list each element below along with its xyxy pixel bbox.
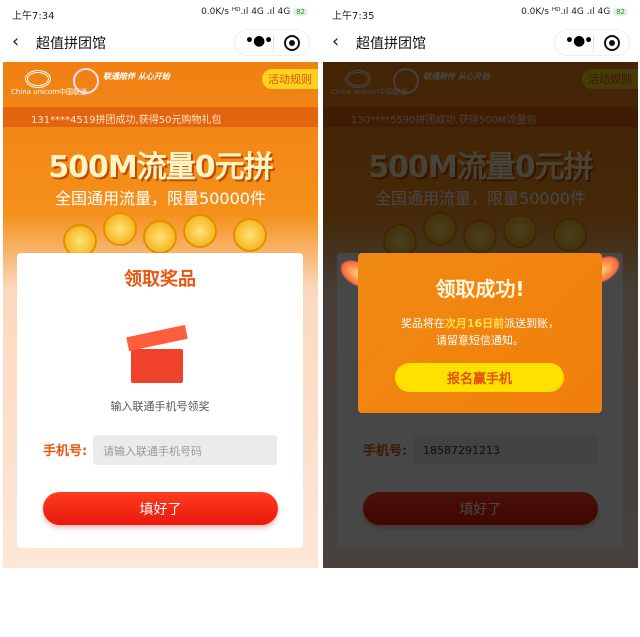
phone-screen-after: 上午7:35 0.0K/s ᴴᴰ.ıl 4G .ıl 4G 82 ‹ 超值拼团馆… xyxy=(320,0,640,637)
success-modal: 领取成功! 奖品将在次月16日前派送到账， 请留意短信通知。 报名赢手机 xyxy=(358,253,602,413)
back-icon[interactable]: ‹ xyxy=(12,31,19,52)
nav-bar: ‹ 超值拼团馆 •●• xyxy=(320,25,640,60)
mini-program-capsule: •●• xyxy=(554,29,630,56)
close-target-icon[interactable] xyxy=(284,35,300,51)
phone-input[interactable] xyxy=(93,435,277,465)
headline: 500M流量0元拼 xyxy=(48,150,273,185)
msg-highlight: 次月16日前 xyxy=(444,317,505,330)
msg-text: 奖品将在 xyxy=(400,317,445,330)
rules-button[interactable]: 活动规则 xyxy=(262,69,318,89)
phone-screen-before: 上午7:34 0.0K/s ᴴᴰ.ıl 4G .ıl 4G 82 ‹ 超值拼团馆… xyxy=(0,0,320,637)
card-title: 领取奖品 xyxy=(124,269,196,290)
mini-program-capsule: •●• xyxy=(234,29,310,56)
status-bar: 上午7:34 0.0K/s ᴴᴰ.ıl 4G .ıl 4G 82 xyxy=(0,0,320,25)
unicom-badge-icon xyxy=(73,68,99,94)
msg-text: 派送到账， xyxy=(504,317,560,330)
divider xyxy=(593,36,594,51)
network-indicator: 0.0K/s ᴴᴰ.ıl 4G .ıl 4G xyxy=(201,7,291,17)
coin-icon xyxy=(183,214,217,248)
coin-icon xyxy=(103,212,137,246)
promo-page: China unicom中国联通 联通陪伴 从心开始 活动规则 131****4… xyxy=(3,62,318,568)
status-network: 0.0K/s ᴴᴰ.ıl 4G .ıl 4G 82 xyxy=(521,7,628,17)
status-time: 上午7:34 xyxy=(12,11,55,22)
divider xyxy=(273,36,274,51)
coins-decoration xyxy=(63,212,283,258)
coin-icon xyxy=(143,220,177,254)
close-target-icon[interactable] xyxy=(604,35,620,51)
card-hint: 输入联通手机号领奖 xyxy=(110,400,210,413)
gift-box-icon xyxy=(125,323,189,383)
modal-message: 奖品将在次月16日前派送到账， 请留意短信通知。 xyxy=(358,315,602,349)
signup-win-phone-button[interactable]: 报名赢手机 xyxy=(395,363,564,392)
winner-ticker: 131****4519拼团成功,获得50元购物礼包 xyxy=(3,107,318,127)
status-bar: 上午7:35 0.0K/s ᴴᴰ.ıl 4G .ıl 4G 82 xyxy=(320,0,640,25)
status-time: 上午7:35 xyxy=(332,11,375,22)
unicom-knot-icon xyxy=(25,70,51,88)
submit-button[interactable]: 填好了 xyxy=(43,492,278,525)
subheadline: 全国通用流量，限量50000件 xyxy=(55,189,266,208)
page-title: 超值拼团馆 xyxy=(36,36,106,52)
battery-icon: 82 xyxy=(293,8,308,16)
battery-icon: 82 xyxy=(613,8,628,16)
status-network: 0.0K/s ᴴᴰ.ıl 4G .ıl 4G 82 xyxy=(201,7,308,17)
prize-card: 领取奖品 输入联通手机号领奖 手机号: 请输入联通手机号码 填好了 xyxy=(17,253,303,548)
more-icon[interactable]: •●• xyxy=(245,33,273,49)
coin-icon xyxy=(233,218,267,252)
more-icon[interactable]: •●• xyxy=(565,33,593,49)
network-indicator: 0.0K/s ᴴᴰ.ıl 4G .ıl 4G xyxy=(521,7,611,17)
msg-text-line2: 请留意短信通知。 xyxy=(436,334,524,347)
slogan: 联通陪伴 从心开始 xyxy=(103,72,170,81)
back-icon[interactable]: ‹ xyxy=(332,31,339,52)
page-title: 超值拼团馆 xyxy=(356,36,426,52)
nav-bar: ‹ 超值拼团馆 •●• xyxy=(0,25,320,60)
modal-title: 领取成功! xyxy=(435,277,525,301)
phone-label: 手机号: xyxy=(43,444,88,459)
